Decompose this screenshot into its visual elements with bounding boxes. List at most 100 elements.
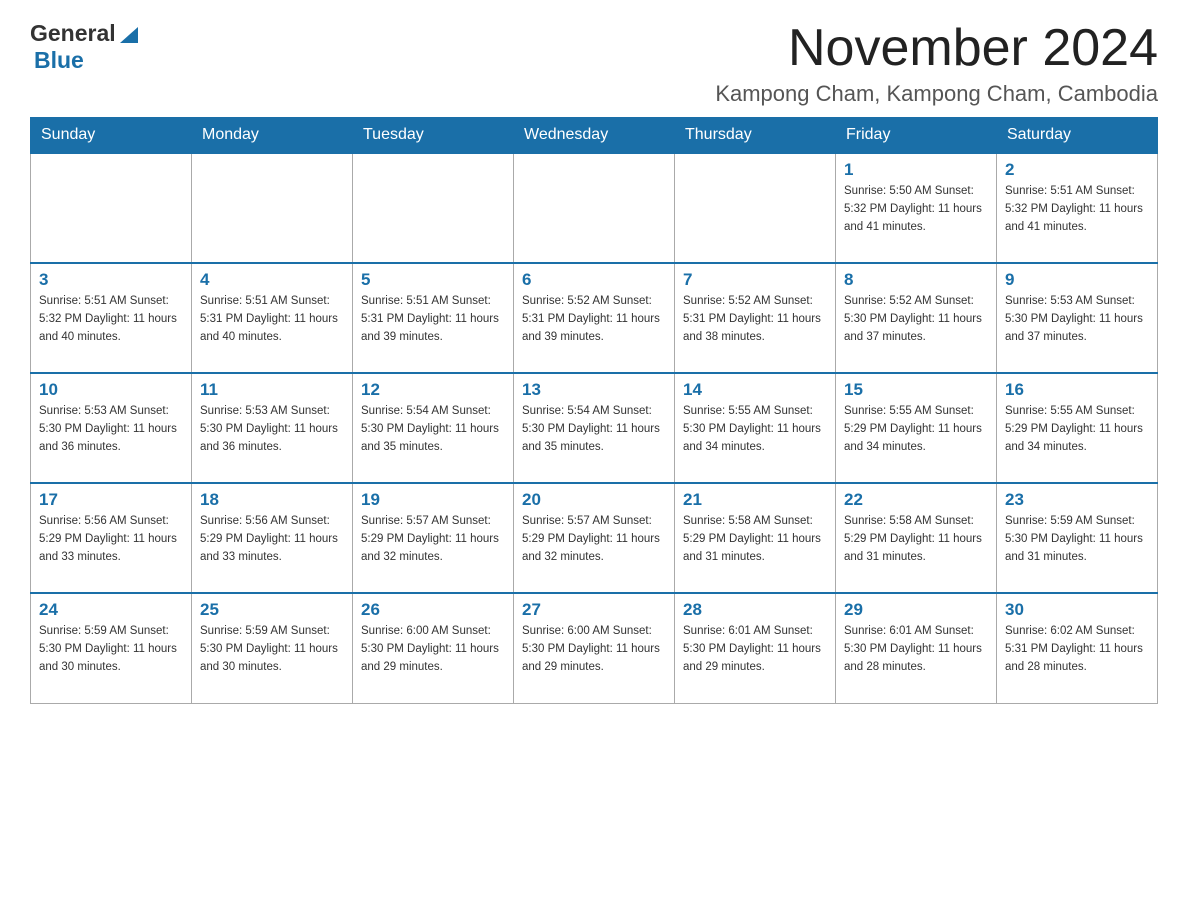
table-row: 21 Sunrise: 5:58 AM Sunset: 5:29 PM Dayli… bbox=[675, 483, 836, 593]
col-saturday: Saturday bbox=[997, 118, 1158, 154]
calendar-header-row: Sunday Monday Tuesday Wednesday Thursday… bbox=[31, 118, 1158, 154]
day-number: 26 bbox=[361, 600, 505, 620]
table-row: 23 Sunrise: 5:59 AM Sunset: 5:30 PM Dayli… bbox=[997, 483, 1158, 593]
day-info: Sunrise: 5:55 AM Sunset: 5:30 PM Dayligh… bbox=[683, 403, 827, 456]
day-number: 12 bbox=[361, 380, 505, 400]
table-row: 25 Sunrise: 5:59 AM Sunset: 5:30 PM Dayli… bbox=[192, 593, 353, 703]
day-number: 9 bbox=[1005, 270, 1149, 290]
day-number: 15 bbox=[844, 380, 988, 400]
table-row: 24Sunrise: 5:59 AM Sunset: 5:30 PM Dayli… bbox=[31, 593, 192, 703]
location-subtitle: Kampong Cham, Kampong Cham, Cambodia bbox=[715, 81, 1158, 107]
day-info: Sunrise: 6:02 AM Sunset: 5:31 PM Dayligh… bbox=[1005, 623, 1149, 676]
day-number: 25 bbox=[200, 600, 344, 620]
day-info: Sunrise: 5:55 AM Sunset: 5:29 PM Dayligh… bbox=[844, 403, 988, 456]
table-row: 12 Sunrise: 5:54 AM Sunset: 5:30 PM Dayli… bbox=[353, 373, 514, 483]
day-number: 28 bbox=[683, 600, 827, 620]
day-info: Sunrise: 5:55 AM Sunset: 5:29 PM Dayligh… bbox=[1005, 403, 1149, 456]
table-row bbox=[353, 153, 514, 263]
table-row: 3 Sunrise: 5:51 AM Sunset: 5:32 PM Daylig… bbox=[31, 263, 192, 373]
logo-blue-text: Blue bbox=[34, 47, 84, 74]
month-title: November 2024 bbox=[715, 20, 1158, 77]
day-number: 24 bbox=[39, 600, 183, 620]
table-row bbox=[31, 153, 192, 263]
table-row: 17 Sunrise: 5:56 AM Sunset: 5:29 PM Dayli… bbox=[31, 483, 192, 593]
table-row: 30 Sunrise: 6:02 AM Sunset: 5:31 PM Dayli… bbox=[997, 593, 1158, 703]
table-row: 8 Sunrise: 5:52 AM Sunset: 5:30 PM Daylig… bbox=[836, 263, 997, 373]
day-number: 3 bbox=[39, 270, 183, 290]
day-number: 2 bbox=[1005, 160, 1149, 180]
table-row bbox=[675, 153, 836, 263]
day-info: Sunrise: 6:00 AM Sunset: 5:30 PM Dayligh… bbox=[361, 623, 505, 676]
table-row: 22 Sunrise: 5:58 AM Sunset: 5:29 PM Dayli… bbox=[836, 483, 997, 593]
calendar-week-5: 24 Sunrise: 5:59 AM Sunset: 5:30 PM Dayli… bbox=[31, 593, 1158, 703]
day-number: 11 bbox=[200, 380, 344, 400]
day-info: Sunrise: 5:58 AM Sunset: 5:29 PM Dayligh… bbox=[683, 513, 827, 566]
table-row: 5Sunrise: 5:51 AM Sunset: 5:31 PM Daylig… bbox=[353, 263, 514, 373]
day-number: 20 bbox=[522, 490, 666, 510]
col-sunday: Sunday bbox=[31, 118, 192, 154]
day-info: Sunrise: 5:54 AM Sunset: 5:30 PM Dayligh… bbox=[361, 403, 505, 456]
day-number: 6 bbox=[522, 270, 666, 290]
day-info: Sunrise: 5:57 AM Sunset: 5:29 PM Dayligh… bbox=[522, 513, 666, 566]
day-info: Sunrise: 5:53 AM Sunset: 5:30 PM Dayligh… bbox=[200, 403, 344, 456]
day-info: Sunrise: 5:52 AM Sunset: 5:31 PM Dayligh… bbox=[522, 293, 666, 346]
day-info: Sunrise: 5:53 AM Sunset: 5:30 PM Dayligh… bbox=[39, 403, 183, 456]
day-info: Sunrise: 6:00 AM Sunset: 5:30 PM Dayligh… bbox=[522, 623, 666, 676]
day-info: Sunrise: 5:59 AM Sunset: 5:30 PM Dayligh… bbox=[1005, 513, 1149, 566]
day-number: 22 bbox=[844, 490, 988, 510]
day-info: Sunrise: 5:52 AM Sunset: 5:30 PM Dayligh… bbox=[844, 293, 988, 346]
calendar-week-3: 10 Sunrise: 5:53 AM Sunset: 5:30 PM Dayli… bbox=[31, 373, 1158, 483]
calendar-week-4: 17 Sunrise: 5:56 AM Sunset: 5:29 PM Dayli… bbox=[31, 483, 1158, 593]
calendar-table: Sunday Monday Tuesday Wednesday Thursday… bbox=[30, 117, 1158, 704]
calendar-week-1: 1Sunrise: 5:50 AM Sunset: 5:32 PM Daylig… bbox=[31, 153, 1158, 263]
day-number: 27 bbox=[522, 600, 666, 620]
col-monday: Monday bbox=[192, 118, 353, 154]
title-area: November 2024 Kampong Cham, Kampong Cham… bbox=[715, 20, 1158, 107]
day-number: 10 bbox=[39, 380, 183, 400]
table-row: 27 Sunrise: 6:00 AM Sunset: 5:30 PM Dayli… bbox=[514, 593, 675, 703]
day-info: Sunrise: 6:01 AM Sunset: 5:30 PM Dayligh… bbox=[844, 623, 988, 676]
day-info: Sunrise: 6:01 AM Sunset: 5:30 PM Dayligh… bbox=[683, 623, 827, 676]
logo-triangle-icon bbox=[118, 23, 140, 45]
col-friday: Friday bbox=[836, 118, 997, 154]
day-info: Sunrise: 5:56 AM Sunset: 5:29 PM Dayligh… bbox=[39, 513, 183, 566]
logo: General Blue bbox=[30, 20, 140, 74]
day-number: 29 bbox=[844, 600, 988, 620]
day-number: 21 bbox=[683, 490, 827, 510]
day-number: 14 bbox=[683, 380, 827, 400]
table-row bbox=[514, 153, 675, 263]
table-row: 10 Sunrise: 5:53 AM Sunset: 5:30 PM Dayli… bbox=[31, 373, 192, 483]
day-number: 7 bbox=[683, 270, 827, 290]
table-row: 20 Sunrise: 5:57 AM Sunset: 5:29 PM Dayli… bbox=[514, 483, 675, 593]
day-number: 4 bbox=[200, 270, 344, 290]
header: General Blue November 2024 Kampong Cham,… bbox=[30, 20, 1158, 107]
day-info: Sunrise: 5:58 AM Sunset: 5:29 PM Dayligh… bbox=[844, 513, 988, 566]
day-info: Sunrise: 5:51 AM Sunset: 5:32 PM Dayligh… bbox=[39, 293, 183, 346]
day-number: 23 bbox=[1005, 490, 1149, 510]
table-row: 4 Sunrise: 5:51 AM Sunset: 5:31 PM Daylig… bbox=[192, 263, 353, 373]
col-thursday: Thursday bbox=[675, 118, 836, 154]
table-row: 1Sunrise: 5:50 AM Sunset: 5:32 PM Daylig… bbox=[836, 153, 997, 263]
table-row: 19Sunrise: 5:57 AM Sunset: 5:29 PM Dayli… bbox=[353, 483, 514, 593]
table-row: 14 Sunrise: 5:55 AM Sunset: 5:30 PM Dayli… bbox=[675, 373, 836, 483]
day-number: 8 bbox=[844, 270, 988, 290]
day-info: Sunrise: 5:53 AM Sunset: 5:30 PM Dayligh… bbox=[1005, 293, 1149, 346]
day-info: Sunrise: 5:57 AM Sunset: 5:29 PM Dayligh… bbox=[361, 513, 505, 566]
day-info: Sunrise: 5:51 AM Sunset: 5:31 PM Dayligh… bbox=[200, 293, 344, 346]
table-row: 9 Sunrise: 5:53 AM Sunset: 5:30 PM Daylig… bbox=[997, 263, 1158, 373]
day-number: 16 bbox=[1005, 380, 1149, 400]
day-info: Sunrise: 5:51 AM Sunset: 5:32 PM Dayligh… bbox=[1005, 183, 1149, 236]
day-info: Sunrise: 5:59 AM Sunset: 5:30 PM Dayligh… bbox=[200, 623, 344, 676]
table-row: 26 Sunrise: 6:00 AM Sunset: 5:30 PM Dayli… bbox=[353, 593, 514, 703]
table-row: 2 Sunrise: 5:51 AM Sunset: 5:32 PM Daylig… bbox=[997, 153, 1158, 263]
day-number: 17 bbox=[39, 490, 183, 510]
day-number: 30 bbox=[1005, 600, 1149, 620]
table-row: 13Sunrise: 5:54 AM Sunset: 5:30 PM Dayli… bbox=[514, 373, 675, 483]
calendar-week-2: 3 Sunrise: 5:51 AM Sunset: 5:32 PM Daylig… bbox=[31, 263, 1158, 373]
table-row: 28 Sunrise: 6:01 AM Sunset: 5:30 PM Dayli… bbox=[675, 593, 836, 703]
table-row: 15 Sunrise: 5:55 AM Sunset: 5:29 PM Dayli… bbox=[836, 373, 997, 483]
table-row: 11 Sunrise: 5:53 AM Sunset: 5:30 PM Dayli… bbox=[192, 373, 353, 483]
table-row: 6 Sunrise: 5:52 AM Sunset: 5:31 PM Daylig… bbox=[514, 263, 675, 373]
day-info: Sunrise: 5:51 AM Sunset: 5:31 PM Dayligh… bbox=[361, 293, 505, 346]
table-row bbox=[192, 153, 353, 263]
